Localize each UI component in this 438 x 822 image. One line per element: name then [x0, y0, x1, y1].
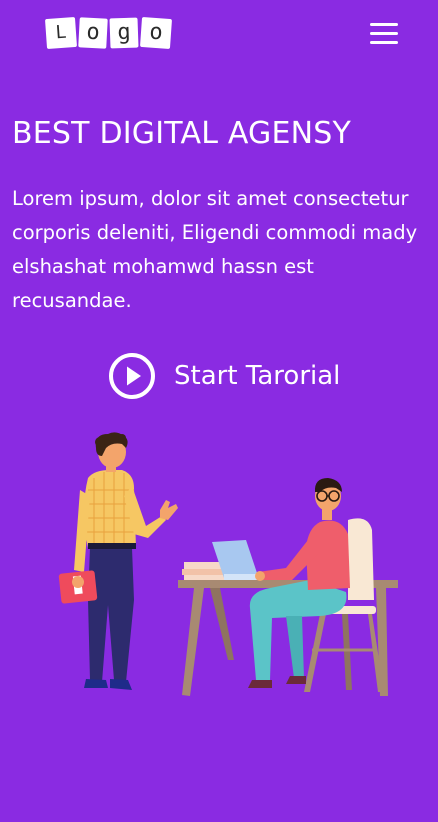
header: L o g o: [0, 0, 438, 70]
hamburger-icon[interactable]: [368, 20, 402, 48]
logo-letter: o: [78, 17, 108, 49]
start-tutorial-button[interactable]: Start Tarorial: [108, 352, 340, 400]
logo-letter: g: [109, 17, 139, 49]
page: L o g o BEST DIGITAL AGENSY Lorem ipsum,…: [0, 0, 438, 822]
play-circle-icon: [109, 353, 155, 399]
logo-letter: o: [139, 16, 173, 50]
hero-title: BEST DIGITAL AGENSY: [12, 116, 352, 151]
menu-bar: [370, 32, 398, 35]
office-illustration: [58, 432, 398, 696]
hero-description: Lorem ipsum, dolor sit amet consectetur …: [12, 187, 418, 312]
start-tutorial-label: Start Tarorial: [174, 361, 341, 391]
standing-man-figure: [58, 432, 178, 690]
logo[interactable]: L o g o: [44, 16, 173, 50]
logo-letter: L: [44, 16, 78, 50]
desk-scene: [178, 478, 398, 696]
menu-bar: [370, 41, 398, 44]
menu-bar: [370, 23, 398, 26]
